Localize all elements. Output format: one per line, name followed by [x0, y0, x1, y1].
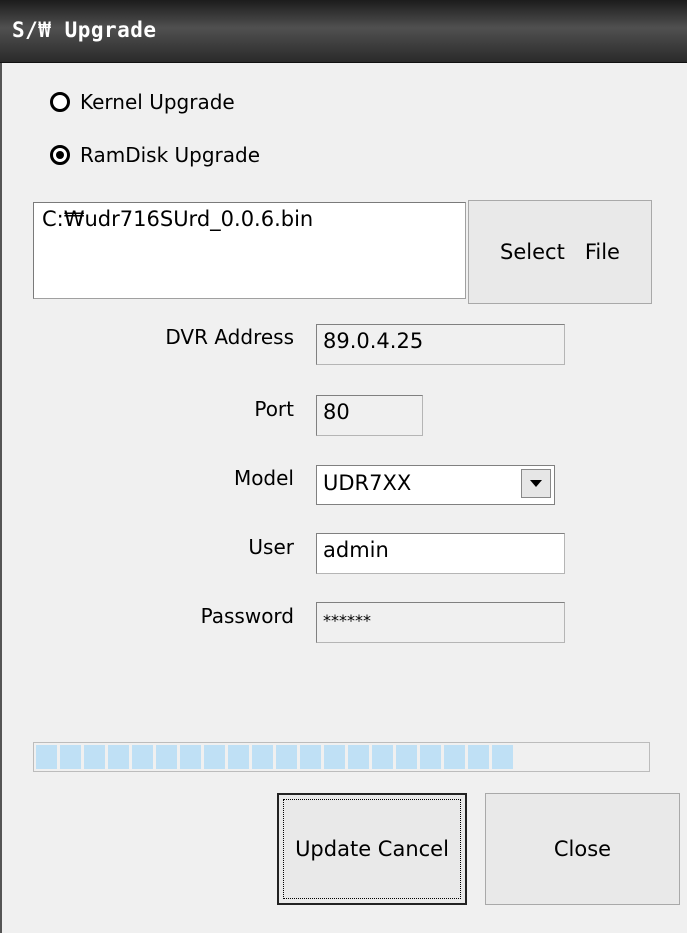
ramdisk-upgrade-radio[interactable]: RamDisk Upgrade — [50, 143, 260, 167]
update-cancel-button[interactable]: Update Cancel — [277, 793, 467, 905]
title-bar[interactable]: S/₩ Upgrade — [0, 0, 687, 63]
port-label: Port — [254, 397, 294, 421]
user-label: User — [248, 535, 294, 559]
dvr-address-label: DVR Address — [165, 325, 294, 349]
model-dropdown[interactable]: UDR7XX — [316, 465, 555, 505]
upgrade-dialog: S/₩ Upgrade Kernel Upgrade RamDisk Upgra… — [0, 0, 687, 933]
user-field[interactable]: admin — [316, 533, 565, 574]
upgrade-progress-bar — [33, 742, 650, 772]
chevron-down-icon — [530, 480, 542, 487]
radio-checked-icon — [50, 145, 70, 165]
update-cancel-label: Update Cancel — [295, 837, 449, 861]
radio-unchecked-icon — [50, 92, 70, 112]
ramdisk-upgrade-label: RamDisk Upgrade — [80, 143, 261, 167]
password-field[interactable]: ****** — [316, 602, 565, 643]
dvr-address-field[interactable]: 89.0.4.25 — [316, 324, 565, 365]
select-file-button[interactable]: Select File — [468, 200, 652, 304]
port-field[interactable]: 80 — [316, 395, 423, 436]
model-label: Model — [233, 466, 294, 490]
model-value: UDR7XX — [323, 471, 412, 495]
kernel-upgrade-label: Kernel Upgrade — [80, 90, 235, 114]
progress-fill — [36, 745, 513, 769]
close-button[interactable]: Close — [485, 793, 680, 905]
password-label: Password — [200, 604, 294, 628]
dropdown-arrow-button[interactable] — [521, 469, 551, 498]
file-path-field[interactable]: C:₩udr716SUrd_0.0.6.bin — [33, 202, 466, 299]
kernel-upgrade-radio[interactable]: Kernel Upgrade — [50, 90, 235, 114]
window-title: S/₩ Upgrade — [12, 18, 157, 42]
